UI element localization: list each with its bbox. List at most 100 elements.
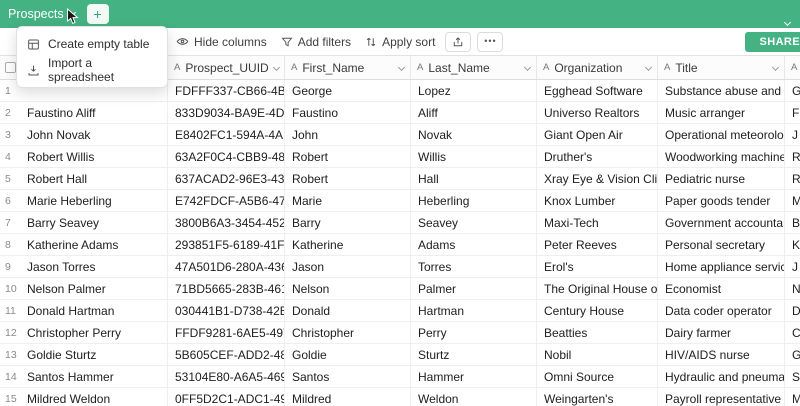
chevron-down-icon[interactable] <box>272 63 280 72</box>
cell-name[interactable]: Marie Heberling <box>20 190 168 211</box>
cell-first_name[interactable]: Santos <box>285 366 411 387</box>
cell-title[interactable]: Personal secretary <box>658 234 785 255</box>
cell-organization[interactable]: Egghead Software <box>537 80 658 101</box>
cell-last_name[interactable]: Torres <box>411 256 537 277</box>
cell-name[interactable]: Katherine Adams <box>20 234 168 255</box>
row-number[interactable]: 9 <box>0 256 20 277</box>
cell-uuid[interactable]: E8402FC1-594A-4AD9-A... <box>168 124 285 145</box>
cell-uuid[interactable]: 833D9034-BA9E-4D6E-9... <box>168 102 285 123</box>
column-header-Organization[interactable]: A Organization <box>537 56 658 79</box>
cell-organization[interactable]: Knox Lumber <box>537 190 658 211</box>
cell-first_name[interactable]: George <box>285 80 411 101</box>
cell-title[interactable]: Economist <box>658 278 785 299</box>
cell-first_name[interactable]: Robert <box>285 168 411 189</box>
cell-uuid[interactable]: 71BD5665-283B-4612-B8... <box>168 278 285 299</box>
chevron-down-icon[interactable] <box>397 63 406 72</box>
cell-initial[interactable]: G <box>785 80 800 101</box>
cell-uuid[interactable]: FDFFF337-CB66-4B3C-9... <box>168 80 285 101</box>
cell-uuid[interactable]: 47A501D6-280A-4368-92... <box>168 256 285 277</box>
column-header-Last_Name[interactable]: A Last_Name <box>411 56 537 79</box>
cell-last_name[interactable]: Hammer <box>411 366 537 387</box>
cell-organization[interactable]: Maxi-Tech <box>537 212 658 233</box>
cell-name[interactable]: John Novak <box>20 124 168 145</box>
cell-uuid[interactable]: E742FDCF-A5B6-477E-9... <box>168 190 285 211</box>
chevron-down-icon[interactable] <box>68 8 76 17</box>
tab-prospects[interactable]: Prospects <box>8 7 76 21</box>
cell-first_name[interactable]: Faustino <box>285 102 411 123</box>
cell-organization[interactable]: Druther's <box>537 146 658 167</box>
cell-organization[interactable]: Nobil <box>537 344 658 365</box>
cell-initial[interactable]: S <box>785 366 800 387</box>
cell-initial[interactable]: M <box>785 388 800 406</box>
row-number[interactable]: 4 <box>0 146 20 167</box>
share-button[interactable]: SHARE <box>745 32 800 52</box>
cell-first_name[interactable]: Donald <box>285 300 411 321</box>
cell-initial[interactable]: K <box>785 234 800 255</box>
cell-uuid[interactable]: 0FF5D2C1-ADC1-49F2-8... <box>168 388 285 406</box>
export-share-button[interactable] <box>445 31 472 52</box>
cell-last_name[interactable]: Adams <box>411 234 537 255</box>
cell-name[interactable]: Christopher Perry <box>20 322 168 343</box>
cell-name[interactable]: Faustino Aliff <box>20 102 168 123</box>
cell-name[interactable]: Mildred Weldon <box>20 388 168 406</box>
cell-first_name[interactable]: Barry <box>285 212 411 233</box>
add-filters-button[interactable]: Add filters <box>281 35 351 49</box>
cell-title[interactable]: Home appliance service t... <box>658 256 785 277</box>
cell-name[interactable]: Goldie Sturtz <box>20 344 168 365</box>
cell-first_name[interactable]: Jason <box>285 256 411 277</box>
row-number[interactable]: 15 <box>0 388 20 406</box>
apply-sort-button[interactable]: Apply sort <box>365 35 435 49</box>
cell-uuid[interactable]: 53104E80-A6A5-4691-AF... <box>168 366 285 387</box>
chevron-down-icon[interactable] <box>523 63 532 72</box>
cell-organization[interactable]: Peter Reeves <box>537 234 658 255</box>
cell-last_name[interactable]: Heberling <box>411 190 537 211</box>
cell-uuid[interactable]: 637ACAD2-96E3-436E-A... <box>168 168 285 189</box>
cell-organization[interactable]: Giant Open Air <box>537 124 658 145</box>
cell-initial[interactable]: M <box>785 190 800 211</box>
cell-organization[interactable]: Erol's <box>537 256 658 277</box>
cell-last_name[interactable]: Perry <box>411 322 537 343</box>
row-number[interactable]: 7 <box>0 212 20 233</box>
cell-title[interactable]: Substance abuse and beh... <box>658 80 785 101</box>
cell-last_name[interactable]: Lopez <box>411 80 537 101</box>
cell-organization[interactable]: The Original House of Pies <box>537 278 658 299</box>
row-number[interactable]: 6 <box>0 190 20 211</box>
cell-name[interactable]: Robert Willis <box>20 146 168 167</box>
row-number[interactable]: 10 <box>0 278 20 299</box>
select-all-checkbox[interactable] <box>5 62 16 73</box>
cell-name[interactable]: Nelson Palmer <box>20 278 168 299</box>
cell-title[interactable]: Dairy farmer <box>658 322 785 343</box>
row-number[interactable]: 11 <box>0 300 20 321</box>
cell-organization[interactable]: Universo Realtors <box>537 102 658 123</box>
cell-title[interactable]: HIV/AIDS nurse <box>658 344 785 365</box>
column-header-First_Name[interactable]: A First_Name <box>285 56 411 79</box>
cell-initial[interactable]: B <box>785 212 800 233</box>
cell-uuid[interactable]: 5B605CEF-ADD2-48CB-... <box>168 344 285 365</box>
cell-uuid[interactable]: 030441B1-D738-42E8-A7... <box>168 300 285 321</box>
column-header-Prospect_UUID[interactable]: A Prospect_UUID <box>168 56 285 79</box>
row-number[interactable]: 8 <box>0 234 20 255</box>
cell-name[interactable]: Robert Hall <box>20 168 168 189</box>
cell-initial[interactable]: D <box>785 300 800 321</box>
cell-organization[interactable]: Weingarten's <box>537 388 658 406</box>
cell-organization[interactable]: Century House <box>537 300 658 321</box>
column-header-col6[interactable]: A <box>785 56 800 79</box>
hide-columns-button[interactable]: Hide columns <box>176 35 267 49</box>
cell-name[interactable]: Santos Hammer <box>20 366 168 387</box>
cell-first_name[interactable]: Christopher <box>285 322 411 343</box>
chevron-down-icon[interactable] <box>644 63 653 72</box>
cell-last_name[interactable]: Seavey <box>411 212 537 233</box>
cell-name[interactable]: Donald Hartman <box>20 300 168 321</box>
cell-last_name[interactable]: Hartman <box>411 300 537 321</box>
cell-title[interactable]: Government accountant <box>658 212 785 233</box>
cell-first_name[interactable]: Marie <box>285 190 411 211</box>
cell-title[interactable]: Operational meteorologist <box>658 124 785 145</box>
cell-initial[interactable]: G <box>785 344 800 365</box>
row-number[interactable]: 2 <box>0 102 20 123</box>
cell-name[interactable]: Barry Seavey <box>20 212 168 233</box>
row-number[interactable]: 12 <box>0 322 20 343</box>
row-number[interactable]: 3 <box>0 124 20 145</box>
cell-organization[interactable]: Xray Eye & Vision Clinics <box>537 168 658 189</box>
cell-last_name[interactable]: Hall <box>411 168 537 189</box>
cell-uuid[interactable]: FFDF9281-6AE5-4970-98... <box>168 322 285 343</box>
